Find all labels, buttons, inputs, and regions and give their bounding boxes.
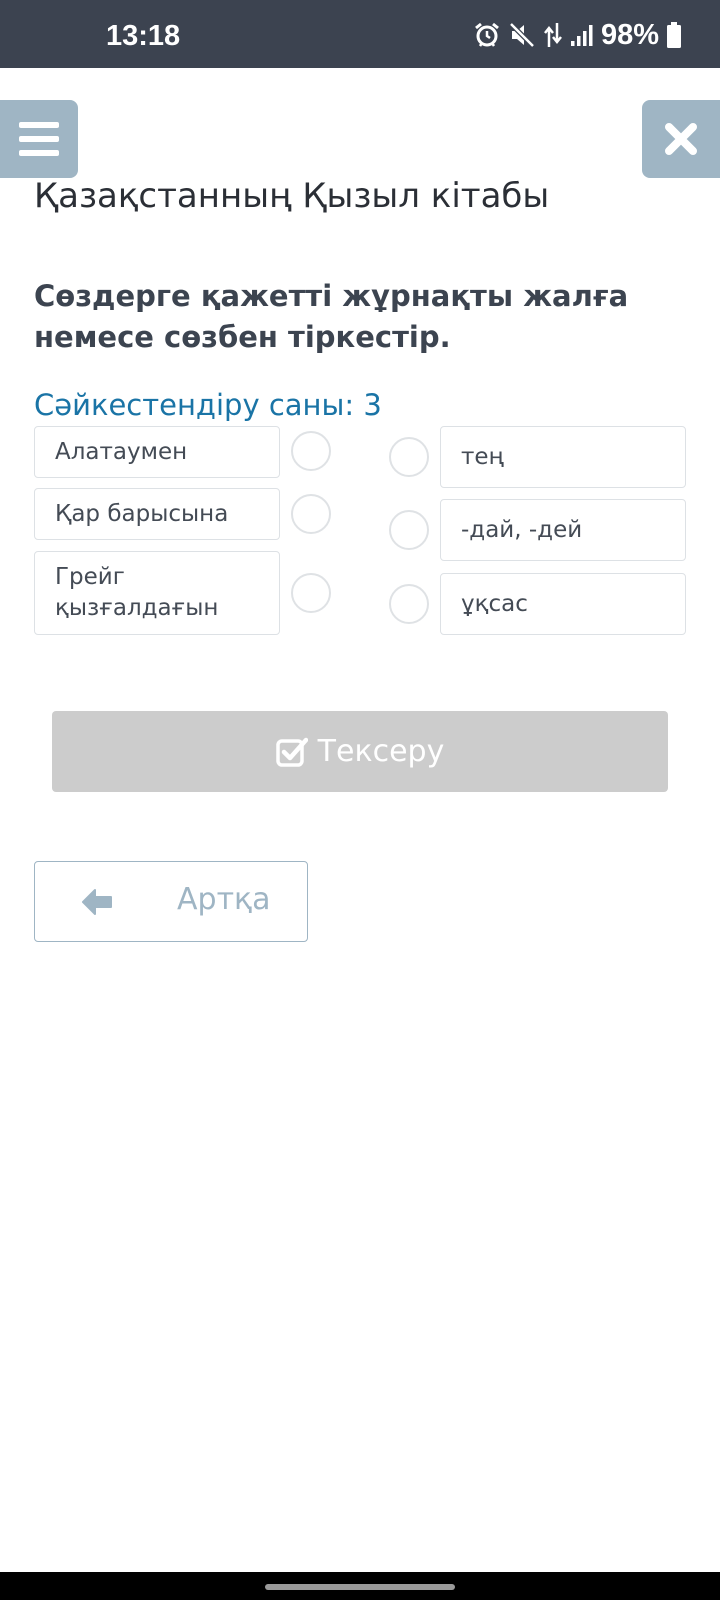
close-button[interactable]: [642, 100, 720, 178]
mute-icon: [509, 22, 535, 48]
back-button[interactable]: Артқа: [34, 861, 308, 942]
home-gesture-handle[interactable]: [265, 1584, 455, 1590]
left-item-1[interactable]: Алатаумен: [34, 426, 280, 478]
left-connector-1[interactable]: [291, 431, 331, 471]
match-count: Сәйкестендіру саны: 3: [34, 388, 382, 422]
right-item-label: тең: [461, 443, 504, 470]
right-item-3[interactable]: ұқсас: [440, 573, 686, 635]
left-connector-2[interactable]: [291, 494, 331, 534]
status-time: 13:18: [106, 20, 181, 52]
right-item-1[interactable]: тең: [440, 426, 686, 488]
back-button-label: Артқа: [177, 882, 271, 917]
right-item-label: ұқсас: [461, 590, 528, 617]
left-item-2[interactable]: Қар барысына: [34, 488, 280, 540]
right-connector-3[interactable]: [389, 584, 429, 624]
right-connector-2[interactable]: [389, 510, 429, 550]
left-item-label: Грейг қызғалдағын: [55, 564, 219, 621]
arrow-left-icon: [82, 889, 112, 915]
data-arrows-icon: [543, 23, 562, 47]
left-item-label: Алатаумен: [55, 438, 188, 465]
page-title: Қазақстанның Қызыл кітабы: [34, 176, 550, 216]
signal-icon: [570, 25, 593, 46]
status-icons: 98%: [473, 18, 682, 52]
status-bar: 13:18 98%: [0, 0, 720, 68]
left-item-label: Қар барысына: [55, 500, 229, 527]
check-button-label: Тексеру: [317, 734, 445, 769]
left-connector-3[interactable]: [291, 573, 331, 613]
battery-percent: 98%: [600, 18, 659, 51]
close-x-icon: [665, 123, 697, 155]
battery-icon: [667, 22, 681, 48]
left-item-3[interactable]: Грейг қызғалдағын: [34, 551, 280, 635]
hamburger-menu-icon: [19, 122, 59, 156]
check-square-icon: [275, 737, 308, 767]
right-item-2[interactable]: -дай, -дей: [440, 499, 686, 561]
question-text: Сөздерге қажетті жұрнақты жалға немесе с…: [34, 279, 629, 354]
right-item-label: -дай, -дей: [461, 516, 583, 543]
menu-button[interactable]: [0, 100, 78, 178]
alarm-icon: [475, 22, 499, 47]
check-button[interactable]: Тексеру: [52, 711, 668, 792]
right-connector-1[interactable]: [389, 437, 429, 477]
